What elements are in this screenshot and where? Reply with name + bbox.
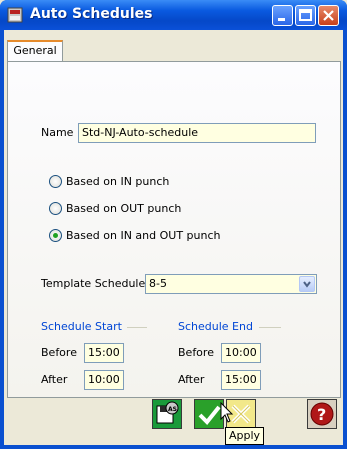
radio-out-punch-label: Based on OUT punch — [66, 202, 182, 215]
schedule-start-title: Schedule Start — [41, 320, 122, 333]
end-before-label: Before — [178, 346, 214, 359]
radio-in-out-punch-label: Based on IN and OUT punch — [66, 229, 221, 242]
chevron-down-icon — [303, 281, 311, 288]
radio-in-out-punch[interactable] — [49, 229, 62, 242]
close-button[interactable] — [318, 5, 339, 26]
maximize-button[interactable] — [295, 5, 316, 26]
end-before-input[interactable]: 10:00 — [221, 343, 261, 363]
floppy-as-icon: AS — [156, 401, 179, 424]
apply-tooltip: Apply — [225, 427, 265, 445]
name-label: Name — [41, 126, 74, 139]
title-bar[interactable]: Auto Schedules — [0, 0, 347, 30]
schedule-start-divider — [127, 327, 147, 328]
radio-out-punch[interactable] — [49, 202, 62, 215]
template-schedule-label: Template Schedule — [41, 277, 146, 290]
close-icon — [323, 10, 334, 21]
maximize-icon — [299, 9, 312, 21]
app-icon — [7, 7, 23, 23]
mouse-cursor-icon — [220, 402, 234, 423]
question-icon: ? — [310, 402, 334, 426]
window-title: Auto Schedules — [30, 6, 153, 22]
name-input[interactable]: Std-NJ-Auto-schedule — [78, 123, 316, 143]
client-area: General Name Std-NJ-Auto-schedule Based … — [4, 30, 343, 445]
save-as-button[interactable]: AS — [152, 399, 182, 429]
radio-in-punch[interactable] — [49, 175, 62, 188]
start-before-input[interactable]: 15:00 — [84, 343, 124, 363]
start-after-input[interactable]: 10:00 — [84, 370, 124, 390]
radio-selected-dot — [53, 233, 58, 238]
svg-text:AS: AS — [168, 406, 177, 413]
schedule-end-divider — [259, 327, 281, 328]
end-after-label: After — [178, 373, 205, 386]
help-button[interactable]: ? — [307, 399, 337, 429]
checkmark-icon — [198, 405, 221, 425]
radio-in-punch-label: Based on IN punch — [66, 175, 170, 188]
template-schedule-value: 8-5 — [149, 277, 167, 290]
start-after-label: After — [41, 373, 68, 386]
minimize-icon — [278, 18, 285, 21]
dropdown-arrow[interactable] — [299, 276, 315, 292]
start-before-label: Before — [41, 346, 77, 359]
tab-general[interactable]: General — [7, 40, 63, 62]
schedule-end-title: Schedule End — [178, 320, 253, 333]
window: Auto Schedules General Name Std-NJ-Auto-… — [0, 0, 347, 449]
general-panel: Name Std-NJ-Auto-schedule Based on IN pu… — [7, 61, 341, 398]
end-after-input[interactable]: 15:00 — [221, 370, 261, 390]
minimize-button[interactable] — [272, 5, 293, 26]
template-schedule-select[interactable]: 8-5 — [145, 274, 317, 294]
svg-text:?: ? — [317, 405, 326, 424]
